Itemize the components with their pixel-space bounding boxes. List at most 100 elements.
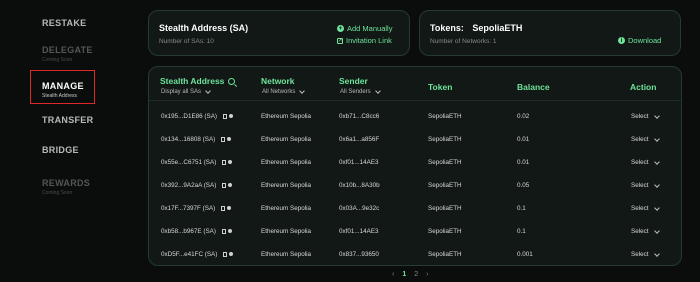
column-header-stealth: Stealth Address: [160, 76, 236, 86]
info-icon[interactable]: [227, 229, 232, 234]
sender-cell: 0x03A...9e32c: [339, 205, 380, 212]
token-cell: SepoliaETH: [428, 251, 462, 258]
address-cell: 0x134...16808 (SA): [161, 136, 232, 143]
table-row: 0x134...16808 (SA) Ethereum Sepolia 0x6a…: [149, 128, 683, 151]
sender-cell: 0x837...93650: [339, 251, 379, 258]
info-icon: i: [618, 37, 625, 44]
sidebar-item-sub: Stealth Address: [42, 93, 78, 99]
info-icon[interactable]: [227, 137, 232, 142]
network-cell: Ethereum Sepolia: [261, 205, 312, 212]
network-cell: Ethereum Sepolia: [261, 159, 312, 166]
address-cell: 0xD5F...e41FC (SA): [161, 251, 234, 258]
action-select[interactable]: Select: [631, 250, 660, 258]
external-link-icon: ↗: [337, 37, 343, 44]
select-label: Select: [631, 113, 649, 120]
sidebar-item-label: TRANSFER: [42, 115, 94, 125]
address-text: 0x17F...7397F (SA): [161, 205, 216, 212]
filter-label: Display all SAs: [161, 89, 202, 95]
search-icon[interactable]: [228, 78, 236, 85]
chevron-down-icon: [653, 250, 660, 257]
address-text: 0x55e...C6751 (SA): [161, 159, 217, 166]
card-title: Stealth Address (SA): [159, 23, 249, 33]
stealth-address-card: Stealth Address (SA) Number of SAs: 10 +…: [148, 10, 410, 56]
balance-cell: 0.02: [517, 113, 530, 120]
address-text: 0xb58...b967E (SA): [161, 228, 216, 235]
column-header-sender: Sender: [339, 76, 368, 86]
network-filter-dropdown[interactable]: All Networks: [262, 88, 306, 95]
network-cell: Ethereum Sepolia: [261, 113, 312, 120]
sidebar: RESTAKE DELEGATE Coming Soon MANAGE Stea…: [0, 0, 140, 282]
copy-icon[interactable]: [221, 136, 226, 142]
chevron-down-icon: [374, 88, 381, 94]
sidebar-item-label: RESTAKE: [42, 18, 87, 28]
sidebar-item-restake[interactable]: RESTAKE: [42, 18, 86, 28]
action-select[interactable]: Select: [631, 112, 660, 120]
sender-filter-dropdown[interactable]: All Senders: [340, 88, 381, 95]
link-label: Download: [628, 36, 662, 45]
action-select[interactable]: Select: [631, 204, 660, 212]
network-count: Number of Networks: 1: [430, 38, 497, 45]
balance-cell: 0.05: [517, 182, 530, 189]
info-icon[interactable]: [229, 252, 234, 257]
copy-icon[interactable]: [223, 113, 228, 119]
chevron-down-icon: [653, 135, 660, 142]
balance-cell: 0.001: [517, 251, 533, 258]
stealth-filter-dropdown[interactable]: Display all SAs: [161, 88, 211, 95]
network-cell: Ethereum Sepolia: [261, 182, 312, 189]
copy-icon[interactable]: [221, 228, 226, 234]
column-header-balance: Balance: [517, 82, 550, 92]
copy-icon[interactable]: [222, 159, 227, 165]
action-select[interactable]: Select: [631, 227, 660, 235]
address-cell: 0x55e...C6751 (SA): [161, 159, 233, 166]
sidebar-item-label: MANAGE: [42, 81, 84, 91]
add-manually-link[interactable]: + Add Manually: [337, 24, 392, 33]
info-icon[interactable]: [228, 183, 233, 188]
address-text: 0x134...16808 (SA): [161, 136, 216, 143]
token-name: SepoliaETH: [472, 23, 523, 33]
address-text: 0x195...D1E86 (SA): [161, 113, 218, 120]
address-cell: 0x195...D1E86 (SA): [161, 113, 234, 120]
chevron-down-icon: [653, 227, 660, 234]
tokens-label: Tokens:: [430, 23, 464, 33]
token-cell: SepoliaETH: [428, 228, 462, 235]
sidebar-item-manage[interactable]: MANAGE Stealth Address: [42, 81, 84, 99]
action-select[interactable]: Select: [631, 135, 660, 143]
info-icon[interactable]: [227, 206, 232, 211]
sender-cell: 0x6a1...a856F: [339, 136, 380, 143]
link-label: Invitation Link: [346, 36, 392, 45]
select-label: Select: [631, 159, 649, 166]
sidebar-item-label: REWARDS: [42, 178, 91, 188]
column-header-token: Token: [428, 82, 453, 92]
info-icon[interactable]: [228, 160, 233, 165]
invitation-link[interactable]: ↗ Invitation Link: [337, 36, 392, 45]
page-1-button[interactable]: 1: [402, 271, 406, 278]
copy-icon[interactable]: [222, 182, 227, 188]
select-label: Select: [631, 182, 649, 189]
sidebar-item-label: DELEGATE: [42, 45, 93, 55]
copy-icon[interactable]: [223, 251, 228, 257]
table-row: 0x55e...C6751 (SA) Ethereum Sepolia 0xf0…: [149, 151, 683, 174]
sidebar-item-sub: Coming Soon: [42, 57, 73, 63]
sidebar-item-bridge[interactable]: BRIDGE: [42, 145, 79, 155]
download-button[interactable]: i Download: [618, 36, 661, 45]
table-row: 0x17F...7397F (SA) Ethereum Sepolia 0x03…: [149, 197, 683, 220]
info-icon[interactable]: [229, 114, 234, 119]
sidebar-item-transfer[interactable]: TRANSFER: [42, 115, 93, 125]
tokens-card: Tokens: SepoliaETH Number of Networks: 1…: [419, 10, 681, 56]
balance-cell: 0.01: [517, 136, 530, 143]
action-select[interactable]: Select: [631, 181, 660, 189]
page-2-button[interactable]: 2: [414, 271, 418, 278]
prev-page-button[interactable]: ‹: [392, 271, 394, 278]
address-cell: 0x392...9A2aA (SA): [161, 182, 233, 189]
plus-icon: +: [337, 25, 344, 32]
copy-icon[interactable]: [221, 205, 226, 211]
select-label: Select: [631, 205, 649, 212]
action-select[interactable]: Select: [631, 158, 660, 166]
token-cell: SepoliaETH: [428, 182, 462, 189]
column-header-action: Action: [630, 82, 657, 92]
token-cell: SepoliaETH: [428, 136, 462, 143]
sender-cell: 0xb71...C8cc6: [339, 113, 380, 120]
select-label: Select: [631, 251, 649, 258]
sidebar-item-delegate: DELEGATE Coming Soon: [42, 45, 93, 63]
next-page-button[interactable]: ›: [426, 271, 428, 278]
